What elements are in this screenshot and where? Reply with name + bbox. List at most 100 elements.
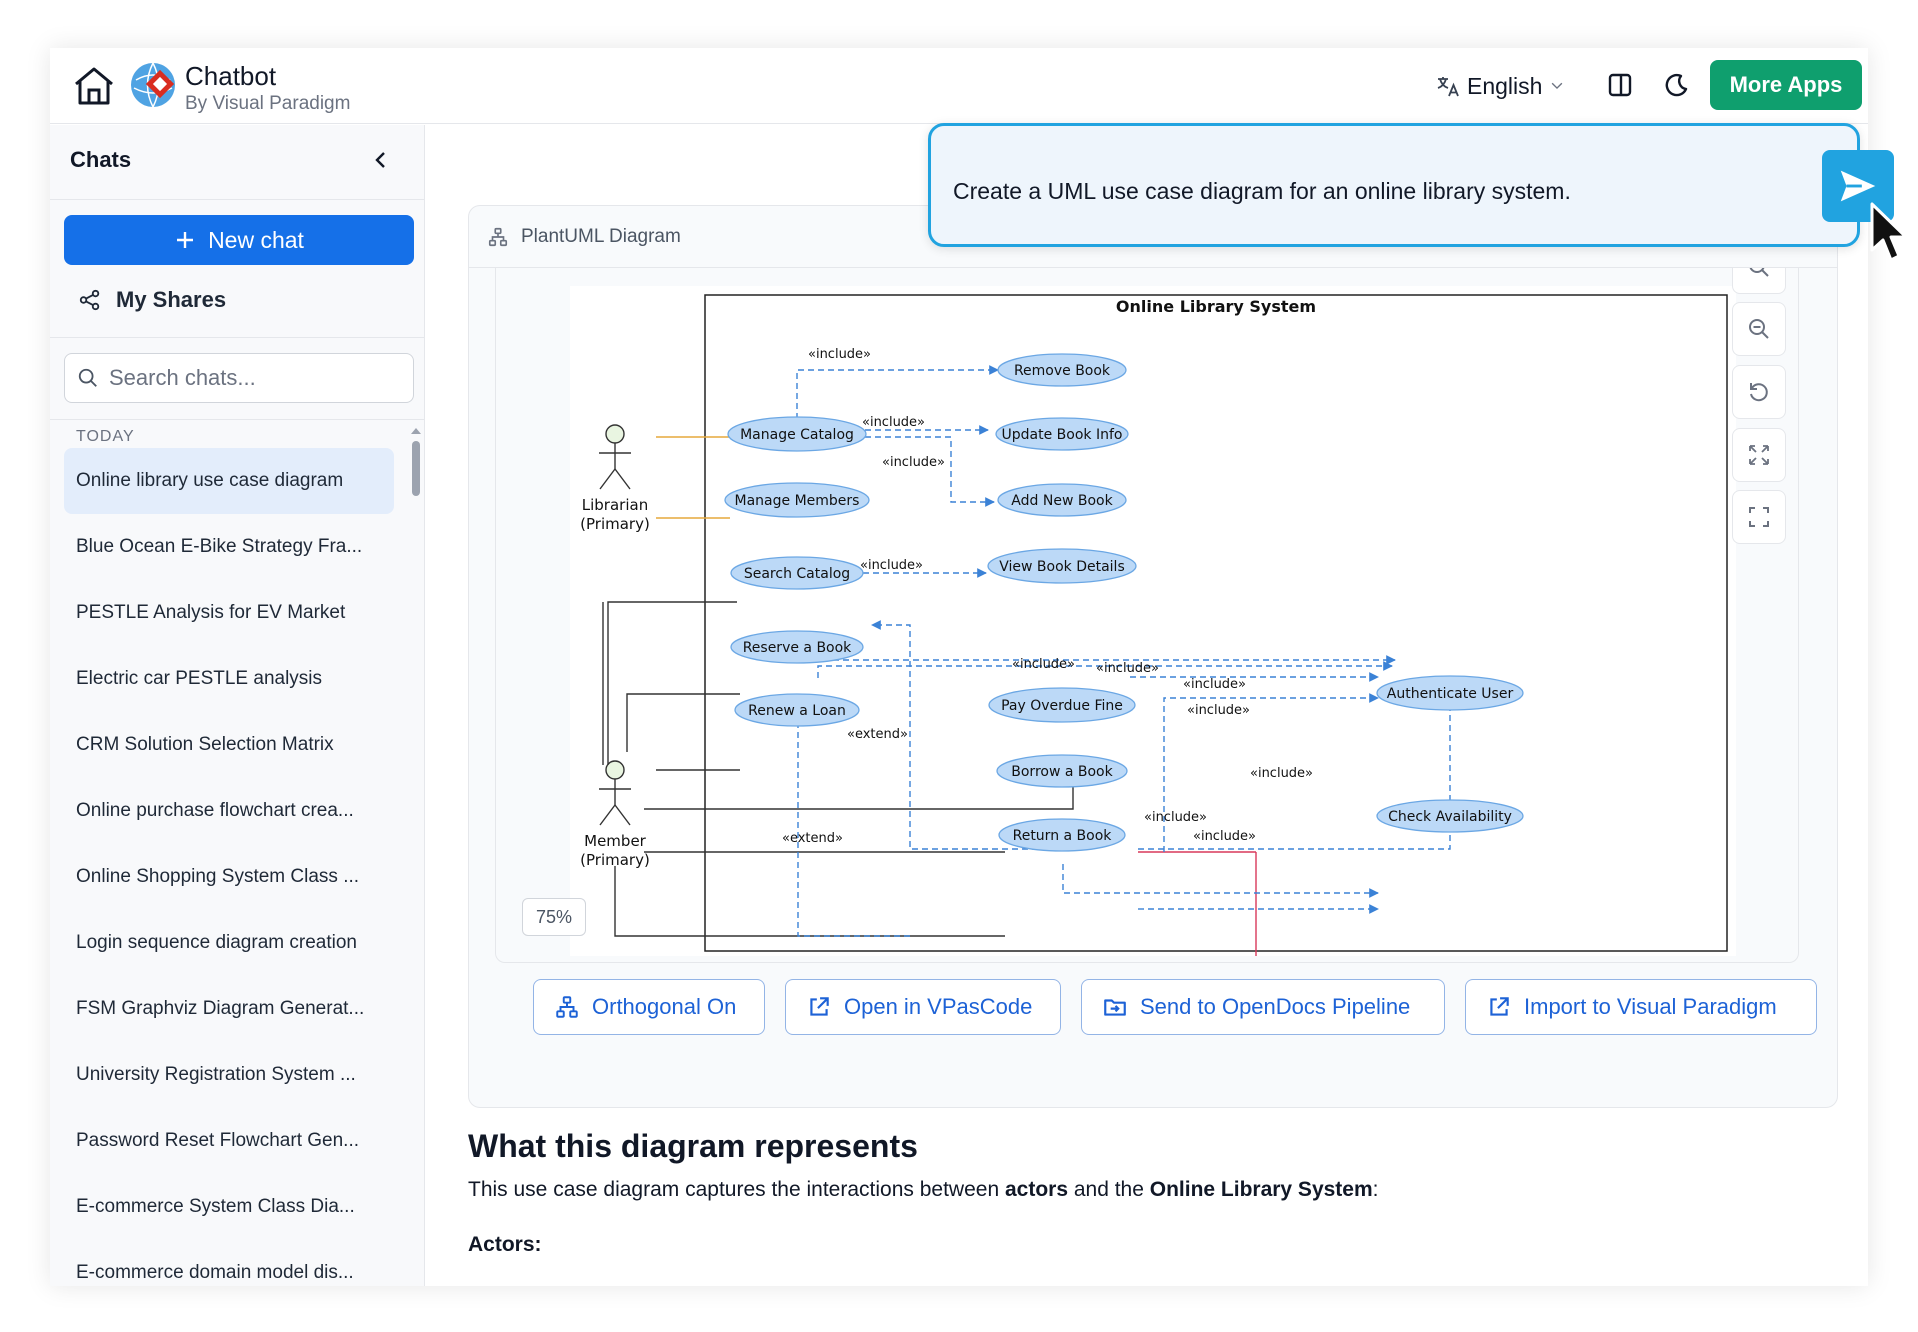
include-label: «include» (1144, 810, 1207, 825)
actor-member-name: Member (584, 832, 647, 850)
sidebar-divider (50, 337, 425, 338)
folder-import-icon (1104, 999, 1126, 1016)
new-chat-button[interactable]: New chat (64, 215, 414, 265)
chat-list-item[interactable]: Online Shopping System Class ... (64, 844, 394, 910)
my-shares-label: My Shares (116, 287, 227, 312)
search-box (64, 353, 414, 403)
usecase-add-new-book: Add New Book (1011, 493, 1113, 509)
orthogonal-toggle-button[interactable]: Orthogonal On (533, 979, 765, 1035)
chats-heading: Chats (70, 147, 132, 172)
prompt-text: Create a UML use case diagram for an onl… (953, 178, 1571, 204)
reset-view-button[interactable] (1732, 365, 1786, 419)
moon-icon[interactable] (1661, 70, 1691, 100)
chat-list-item[interactable]: Password Reset Flowchart Gen... (64, 1108, 394, 1174)
usecase-check-availability: Check Availability (1388, 809, 1512, 825)
fullscreen-button[interactable] (1732, 490, 1786, 544)
external-link-icon (1490, 997, 1509, 1016)
chat-list-item[interactable]: FSM Graphviz Diagram Generat... (64, 976, 394, 1042)
language-selector[interactable]: English (1435, 68, 1566, 104)
more-apps-button[interactable]: More Apps (1710, 60, 1862, 110)
diagram-viewer[interactable]: Online Library System Librarian (Primary… (495, 268, 1799, 963)
chat-list-item[interactable]: CRM Solution Selection Matrix (64, 712, 394, 778)
zoom-level: 75% (522, 898, 586, 936)
diagram-tool-button[interactable] (1732, 268, 1786, 294)
chat-list-item[interactable]: University Registration System ... (64, 1042, 394, 1108)
usecase-renew-loan: Renew a Loan (748, 703, 846, 719)
sidebar-divider (50, 199, 425, 200)
zoom-out-button[interactable] (1732, 302, 1786, 356)
chat-list-item[interactable]: Electric car PESTLE analysis (64, 646, 394, 712)
fit-arrows-icon (1749, 445, 1769, 465)
open-vpascode-button[interactable]: Open in VPasCode (785, 979, 1061, 1035)
send-opendocs-button[interactable]: Send to OpenDocs Pipeline (1081, 979, 1445, 1035)
fit-view-button[interactable] (1732, 428, 1786, 482)
my-shares-link[interactable]: My Shares (78, 275, 226, 325)
include-label: «include» (1012, 657, 1075, 672)
actor-member (599, 760, 631, 826)
dependency-lines (774, 365, 1455, 937)
usecase-remove-book: Remove Book (1014, 363, 1111, 379)
usecase-authenticate-user: Authenticate User (1387, 686, 1514, 702)
actor-librarian-role: (Primary) (580, 515, 650, 533)
include-label: «include» (1193, 829, 1256, 844)
chat-list-item[interactable]: Online purchase flowchart crea... (64, 778, 394, 844)
include-label: «include» (1183, 677, 1246, 692)
home-icon[interactable] (70, 62, 118, 110)
usecase-borrow-book: Borrow a Book (1011, 764, 1113, 780)
chat-list-item[interactable]: E-commerce domain model dis... (64, 1240, 394, 1286)
include-label: «include» (1096, 661, 1159, 676)
prompt-overlay[interactable]: Create a UML use case diagram for an onl… (928, 123, 1894, 247)
include-label: «include» (808, 347, 871, 362)
actor-librarian-name: Librarian (582, 496, 648, 514)
section-label: TODAY (76, 428, 135, 445)
usecase-return-book: Return a Book (1013, 828, 1113, 844)
chat-list-item[interactable]: Online library use case diagram (64, 448, 394, 514)
usecase-manage-members: Manage Members (735, 493, 860, 509)
include-label: «include» (1187, 703, 1250, 718)
main-content: PlantUML Diagram Online Library System L… (426, 125, 1868, 1286)
external-link-icon (810, 997, 829, 1016)
panel-toggle-icon[interactable] (1605, 70, 1635, 100)
system-title: Online Library System (1116, 297, 1316, 316)
usecase-reserve-book: Reserve a Book (743, 640, 852, 656)
scroll-up-arrow[interactable] (411, 428, 421, 434)
sidebar-scrollbar[interactable] (412, 441, 420, 496)
usecase-view-book-details: View Book Details (999, 559, 1125, 575)
chevron-left-icon[interactable] (368, 147, 394, 173)
chat-list: Online library use case diagram Blue Oce… (64, 448, 394, 1286)
diagram-card-title: PlantUML Diagram (521, 225, 681, 247)
diagram-icon (556, 996, 578, 1018)
share-icon (79, 289, 100, 311)
desc-text: This use case diagram captures the inter… (468, 1178, 1005, 1201)
chat-list-item[interactable]: PESTLE Analysis for EV Market (64, 580, 394, 646)
usecase-manage-catalog: Manage Catalog (740, 427, 854, 443)
desc-text: and the (1068, 1178, 1150, 1201)
open-vpascode-label: Open in VPasCode (844, 994, 1033, 1019)
actor-librarian (599, 424, 631, 490)
sidebar-divider (50, 419, 425, 420)
chat-sidebar: Chats New chat My Shares Search chats...… (50, 125, 425, 1286)
usecase-pay-overdue-fine: Pay Overdue Fine (1001, 698, 1123, 714)
rotate-icon (1750, 383, 1768, 402)
desc-text: : (1372, 1178, 1379, 1201)
chat-list-item[interactable]: E-commerce System Class Dia... (64, 1174, 394, 1240)
language-label: English (1467, 72, 1543, 99)
new-chat-label: New chat (208, 226, 304, 253)
chat-list-item[interactable]: Blue Ocean E-Bike Strategy Fra... (64, 514, 394, 580)
extend-label: «extend» (847, 727, 908, 742)
include-label: «include» (1250, 766, 1313, 781)
mouse-cursor-icon (1870, 202, 1908, 262)
include-label: «include» (882, 455, 945, 470)
chevron-down-icon (1552, 82, 1563, 90)
usecase-update-book-info: Update Book Info (1002, 427, 1123, 443)
chat-list-item[interactable]: Login sequence diagram creation (64, 910, 394, 976)
import-vp-label: Import to Visual Paradigm (1524, 994, 1777, 1019)
send-opendocs-label: Send to OpenDocs Pipeline (1140, 994, 1411, 1019)
import-visual-paradigm-button[interactable]: Import to Visual Paradigm (1465, 979, 1817, 1035)
fullscreen-icon (1749, 507, 1769, 527)
diagram-card: PlantUML Diagram Online Library System L… (468, 205, 1838, 1108)
search-input[interactable] (109, 365, 389, 391)
usecase-search-catalog: Search Catalog (744, 566, 850, 582)
zoom-out-icon (1749, 319, 1769, 339)
section-description: This use case diagram captures the inter… (468, 1178, 1379, 1202)
